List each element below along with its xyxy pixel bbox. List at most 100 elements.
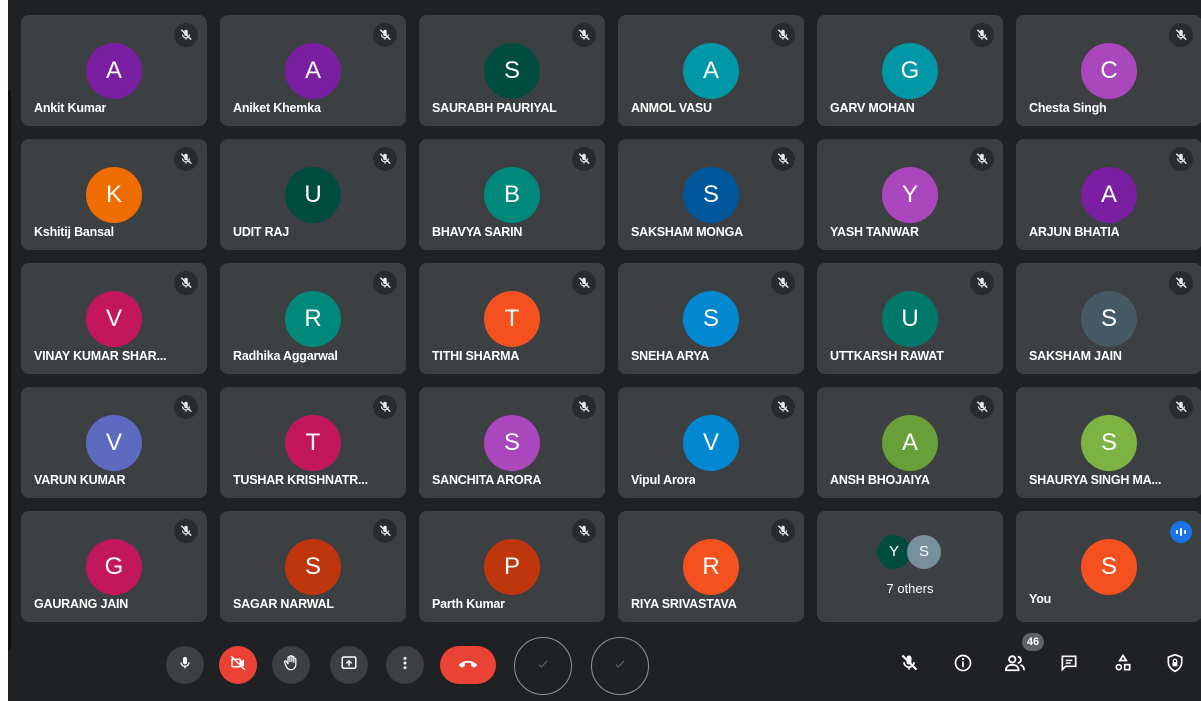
avatar: A (683, 42, 739, 99)
avatar: U (285, 166, 341, 223)
participant-tile[interactable]: S SAURABH PAURIYAL (419, 15, 605, 126)
mic-button[interactable] (166, 646, 204, 684)
mic-off-icon (572, 395, 596, 419)
participant-tile[interactable]: T TITHI SHARMA (419, 263, 605, 374)
participant-tile[interactable]: Y YASH TANWAR (817, 139, 1003, 250)
avatar: R (683, 538, 739, 595)
end-call-icon (457, 656, 479, 675)
speaking-indicator-icon (1170, 521, 1192, 543)
participant-name: RIYA SRIVASTAVA (631, 597, 737, 611)
avatar: R (285, 290, 341, 347)
avatar: C (1081, 42, 1137, 99)
present-button[interactable] (330, 646, 368, 684)
others-avatars: YS (877, 535, 941, 569)
mic-off-icon (970, 147, 994, 171)
mic-off-icon (572, 519, 596, 543)
participant-name: Aniket Khemka (233, 101, 321, 115)
avatar: A (285, 42, 341, 99)
participant-name: Chesta Singh (1029, 101, 1107, 115)
participant-name: SAGAR NARWAL (233, 597, 334, 611)
present-icon (340, 654, 358, 677)
mic-off-icon (771, 147, 795, 171)
mic-off-icon (970, 395, 994, 419)
avatar: S (484, 42, 540, 99)
mic-icon (177, 655, 193, 676)
self-tile[interactable]: S You (1016, 511, 1201, 622)
participant-name: ARJUN BHATIA (1029, 225, 1120, 239)
participant-tile[interactable]: A ARJUN BHATIA (1016, 139, 1201, 250)
more-options-button[interactable] (386, 646, 424, 684)
participant-tile[interactable]: S SANCHITA ARORA (419, 387, 605, 498)
mic-off-icon (1169, 395, 1193, 419)
left-edge (8, 90, 11, 650)
chat-button[interactable] (1054, 650, 1084, 680)
mic-off-icon (572, 147, 596, 171)
participant-tile[interactable]: G GARV MOHAN (817, 15, 1003, 126)
end-call-button[interactable] (440, 646, 496, 684)
participant-tile[interactable]: S SNEHA ARYA (618, 263, 804, 374)
participant-name: VARUN KUMAR (34, 473, 126, 487)
participant-tile[interactable]: S SAKSHAM MONGA (618, 139, 804, 250)
avatar: V (683, 414, 739, 471)
avatar: T (285, 414, 341, 471)
participant-tile[interactable]: V Vipul Arora (618, 387, 804, 498)
participant-name: BHAVYA SARIN (432, 225, 523, 239)
info-button[interactable] (948, 650, 978, 680)
participant-tile[interactable]: K Kshitij Bansal (21, 139, 207, 250)
more-options-icon (397, 655, 413, 676)
participant-tile[interactable]: B BHAVYA SARIN (419, 139, 605, 250)
host-controls-button[interactable] (1160, 650, 1190, 680)
participant-name: SAKSHAM MONGA (631, 225, 743, 239)
participant-tile[interactable]: S SAKSHAM JAIN (1016, 263, 1201, 374)
participant-tile[interactable]: C Chesta Singh (1016, 15, 1201, 126)
participant-tile[interactable]: U UDIT RAJ (220, 139, 406, 250)
participant-tile[interactable]: A Aniket Khemka (220, 15, 406, 126)
mic-off-icon (1169, 271, 1193, 295)
participant-tile[interactable]: A ANMOL VASU (618, 15, 804, 126)
avatar: S (285, 538, 341, 595)
participant-tile[interactable]: A Ankit Kumar (21, 15, 207, 126)
participant-name: ANMOL VASU (631, 101, 712, 115)
participant-name: Radhika Aggarwal (233, 349, 338, 363)
mic-off-icon (771, 23, 795, 47)
participant-tile[interactable]: V VARUN KUMAR (21, 387, 207, 498)
participant-name: VINAY KUMAR SHAR... (34, 349, 167, 363)
reaction-check-button-2[interactable] (591, 637, 649, 695)
mic-off-icon (174, 395, 198, 419)
activities-button[interactable] (1108, 650, 1138, 680)
mic-off-icon (572, 23, 596, 47)
avatar: P (484, 538, 540, 595)
avatar: A (1081, 166, 1137, 223)
participant-tile[interactable]: S SAGAR NARWAL (220, 511, 406, 622)
avatar: G (882, 42, 938, 99)
participant-name: Kshitij Bansal (34, 225, 114, 239)
participant-tile[interactable]: S SHAURYA SINGH MA... (1016, 387, 1201, 498)
camera-button[interactable] (219, 646, 257, 684)
participant-tile[interactable]: R Radhika Aggarwal (220, 263, 406, 374)
reaction-check-button[interactable] (514, 637, 572, 695)
participant-grid: A Ankit Kumar A Aniket Khemka S SAURABH PAURI… (21, 15, 1201, 622)
participant-tile[interactable]: R RIYA SRIVASTAVA (618, 511, 804, 622)
raise-hand-button[interactable] (272, 646, 310, 684)
mic-off-icon (174, 271, 198, 295)
people-button[interactable] (1000, 650, 1030, 680)
checkmark-icon (536, 657, 550, 676)
participant-name: SAURABH PAURIYAL (432, 101, 557, 115)
info-icon (953, 653, 973, 678)
participant-tile[interactable]: V VINAY KUMAR SHAR... (21, 263, 207, 374)
participant-tile[interactable]: A ANSH BHOJAIYA (817, 387, 1003, 498)
mic-off-icon (970, 271, 994, 295)
others-tile[interactable]: YS 7 others (817, 511, 1003, 622)
mute-all-button[interactable] (894, 650, 924, 680)
participant-tile[interactable]: G GAURANG JAIN (21, 511, 207, 622)
participant-tile[interactable]: T TUSHAR KRISHNATR... (220, 387, 406, 498)
participant-name: GARV MOHAN (830, 101, 915, 115)
participant-tile[interactable]: P Parth Kumar (419, 511, 605, 622)
participant-tile[interactable]: U UTTKARSH RAWAT (817, 263, 1003, 374)
participant-name: UTTKARSH RAWAT (830, 349, 944, 363)
mic-off-icon (771, 519, 795, 543)
avatar: S (1081, 290, 1137, 347)
participant-name: SHAURYA SINGH MA... (1029, 473, 1162, 487)
activities-icon (1113, 653, 1133, 678)
mic-off-icon (174, 147, 198, 171)
